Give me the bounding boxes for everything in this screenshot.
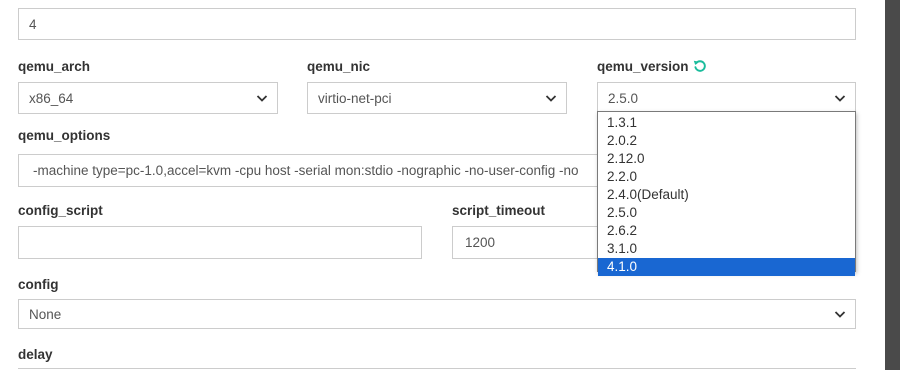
page-scrollbar[interactable] [885,0,900,370]
script-timeout-label: script_timeout [452,203,546,218]
qemu-arch-label: qemu_arch [18,59,91,74]
top-value-text: 4 [29,16,37,32]
qemu-version-option-highlighted[interactable]: 4.1.0 [598,258,855,276]
qemu-nic-label: qemu_nic [307,59,371,74]
qemu-options-value: -machine type=pc-1.0,accel=kvm -cpu host… [33,163,579,178]
qemu-version-option[interactable]: 2.4.0(Default) [598,186,855,204]
config-value: None [29,306,62,322]
qemu-version-value: 2.5.0 [608,90,639,106]
qemu-arch-value: x86_64 [29,90,74,106]
qemu-version-option[interactable]: 1.3.1 [598,114,855,132]
qemu-nic-value: virtio-net-pci [318,90,392,106]
config-select[interactable]: None [18,299,856,329]
config-script-label: config_script [18,203,103,218]
qemu-version-option[interactable]: 2.12.0 [598,150,855,168]
chevron-down-icon [545,95,557,102]
qemu-version-select[interactable]: 2.5.0 [597,82,856,114]
qemu-nic-select[interactable]: virtio-net-pci [307,82,567,114]
qemu-options-label: qemu_options [18,128,111,143]
chevron-down-icon [256,95,268,102]
config-script-input[interactable] [18,226,422,259]
delay-label: delay [18,347,53,362]
qemu-version-label-text: qemu_version [597,59,689,74]
script-timeout-value: 1200 [465,235,496,250]
qemu-arch-select[interactable]: x86_64 [18,82,278,114]
config-label: config [18,277,59,292]
qemu-version-dropdown-list[interactable]: 1.3.1 2.0.2 2.12.0 2.2.0 2.4.0(Default) … [597,111,856,276]
chevron-down-icon [834,311,846,318]
qemu-version-option[interactable]: 3.1.0 [598,240,855,258]
qemu-version-option[interactable]: 2.2.0 [598,168,855,186]
qemu-version-option[interactable]: 2.6.2 [598,222,855,240]
qemu-version-label: qemu_version [597,59,707,74]
qemu-version-option[interactable]: 2.0.2 [598,132,855,150]
top-value-input[interactable]: 4 [18,8,856,40]
refresh-icon[interactable] [693,59,707,73]
chevron-down-icon [834,95,846,102]
qemu-version-option[interactable]: 2.5.0 [598,204,855,222]
